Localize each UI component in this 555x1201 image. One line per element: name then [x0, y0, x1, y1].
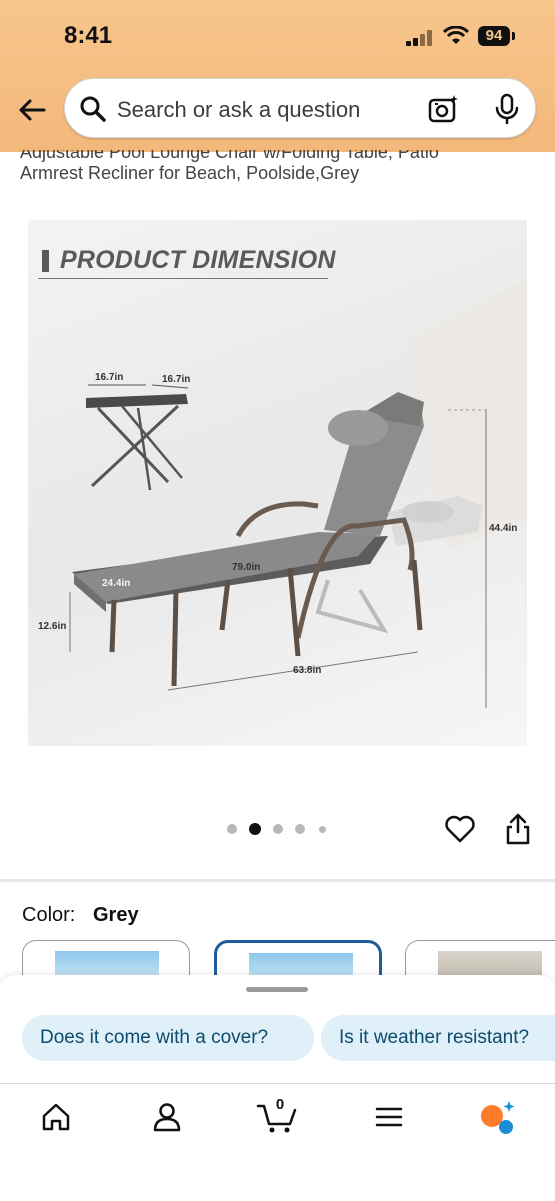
carousel-dot[interactable] [227, 824, 237, 834]
color-value: Grey [93, 904, 139, 926]
wifi-icon [443, 26, 469, 44]
share-icon[interactable] [504, 812, 532, 846]
bottom-tab-bar: 0 [0, 1083, 555, 1201]
cellular-signal-icon [406, 30, 434, 46]
app-header: 8:41 94 Search or ask a question [0, 0, 555, 152]
section-divider [0, 879, 555, 882]
dim-cushion-width: 24.4in [102, 578, 131, 589]
cart-button[interactable]: 0 [256, 1096, 300, 1134]
dim-back-height: 44.4in [489, 523, 518, 534]
menu-icon[interactable] [374, 1102, 404, 1132]
account-icon[interactable] [152, 1102, 182, 1132]
product-title-line2: Armrest Recliner for Beach, Poolside,Gre… [20, 163, 360, 183]
carousel-dot[interactable] [273, 824, 283, 834]
suggestion-chip-weather[interactable]: Is it weather resistant? [321, 1015, 555, 1061]
camera-search-icon[interactable] [427, 93, 459, 125]
dim-seat-height: 12.6in [38, 621, 67, 632]
heart-icon[interactable] [444, 814, 476, 844]
carousel-dot[interactable] [295, 824, 305, 834]
lounge-chair-illustration [69, 280, 527, 708]
battery-nub [512, 32, 515, 40]
search-icon [80, 96, 106, 122]
product-image[interactable]: PRODUCT DIMENSION 16.7in 16.7in 44.4in 7… [28, 220, 527, 746]
battery-indicator: 94 [478, 26, 510, 46]
dim-frame-length: 63.8in [293, 665, 322, 676]
back-arrow-icon[interactable] [16, 94, 48, 126]
rufus-icon[interactable] [478, 1100, 516, 1136]
dim-cushion-length: 79.0in [232, 562, 261, 573]
home-icon[interactable] [41, 1102, 71, 1132]
sheet-drag-handle[interactable] [246, 987, 308, 992]
suggestion-chip-cover[interactable]: Does it come with a cover? [22, 1015, 314, 1061]
status-time: 8:41 [64, 22, 113, 49]
search-input[interactable]: Search or ask a question [117, 97, 360, 123]
carousel-dots[interactable] [227, 823, 337, 836]
dim-table-width: 16.7in [95, 372, 124, 383]
color-label: Color: [22, 904, 76, 926]
carousel-dot-active[interactable] [249, 823, 261, 835]
carousel-dot[interactable] [319, 826, 326, 833]
suggestion-sheet: Does it come with a cover? Is it weather… [0, 975, 555, 1083]
microphone-icon[interactable] [493, 93, 521, 125]
dim-table-depth: 16.7in [162, 374, 191, 385]
cart-count: 0 [275, 1096, 285, 1113]
search-bar[interactable]: Search or ask a question [64, 78, 536, 138]
